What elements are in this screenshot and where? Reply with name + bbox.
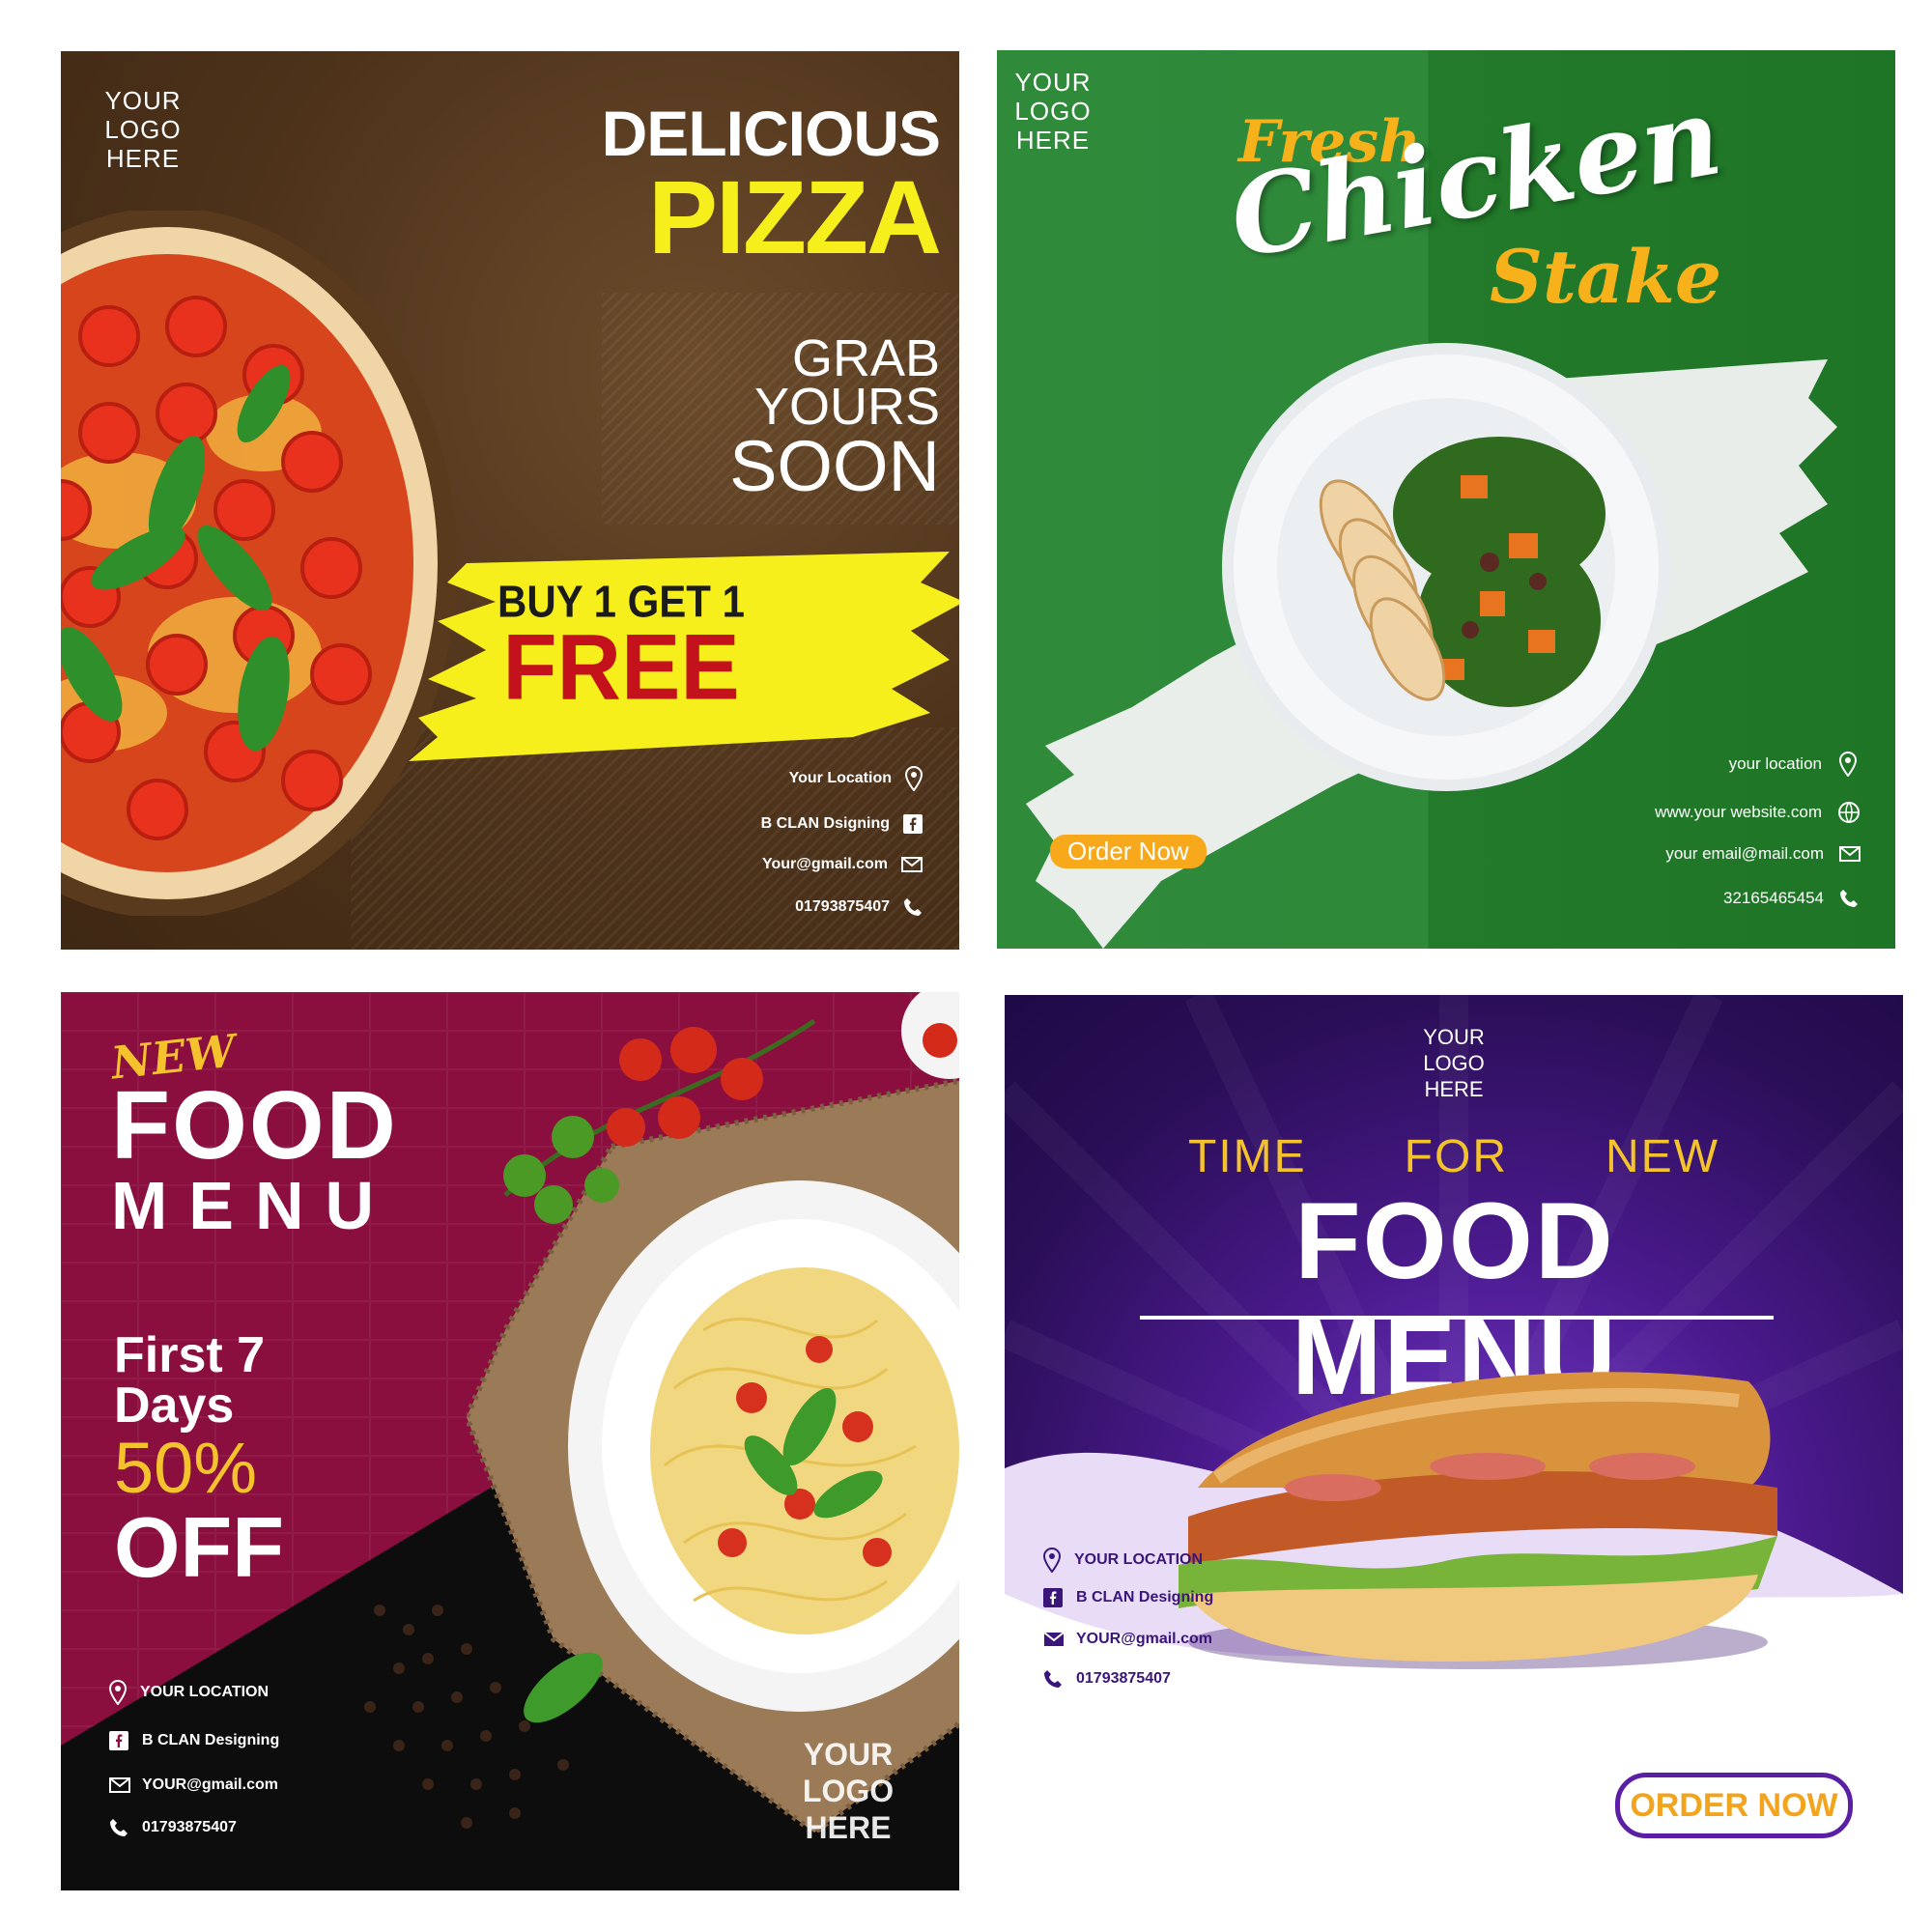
logo-line: LOGO bbox=[1423, 1051, 1485, 1075]
tagline: GRAB YOURS SOON bbox=[602, 329, 940, 506]
offer-block: First 7 Days 50% OFF bbox=[114, 1327, 284, 1595]
contact-phone: 01793875407 bbox=[1043, 1669, 1171, 1689]
contact-location: Your Location bbox=[789, 766, 923, 791]
logo-line: YOUR bbox=[104, 86, 182, 115]
mail-icon bbox=[901, 857, 923, 872]
contact-text: YOUR LOCATION bbox=[140, 1684, 270, 1700]
chicken-plate-image bbox=[1222, 343, 1670, 791]
offer-free: FREE bbox=[502, 615, 740, 720]
contact-facebook: B CLAN Designing bbox=[109, 1731, 279, 1750]
cherry-tomatoes-image bbox=[503, 992, 959, 1224]
mail-icon bbox=[1043, 1632, 1065, 1647]
pizza-title: DELICIOUS PIZZA bbox=[515, 98, 942, 275]
subtitle-word: NEW bbox=[1605, 1131, 1719, 1182]
facebook-icon bbox=[903, 814, 923, 834]
contact-text: B CLAN Designing bbox=[1076, 1589, 1214, 1605]
contact-text: 01793875407 bbox=[795, 898, 890, 915]
logo-placeholder: YOUR LOGO HERE bbox=[1391, 1024, 1517, 1102]
contact-text: Your@gmail.com bbox=[762, 856, 888, 872]
logo-line: LOGO bbox=[104, 115, 182, 144]
logo-line: HERE bbox=[105, 144, 181, 173]
contact-website: www.your website.com bbox=[1655, 801, 1861, 824]
contact-text: B CLAN Designing bbox=[142, 1732, 280, 1748]
sandwich-ad-panel: YOUR LOGO HERE TIME FOR NEW FOOD MENU YO… bbox=[1005, 995, 1903, 1893]
logo-line: YOUR bbox=[803, 1737, 894, 1772]
order-now-button[interactable]: ORDER NOW bbox=[1615, 1773, 1853, 1838]
title-delicious: DELICIOUS bbox=[601, 98, 941, 169]
globe-icon bbox=[1837, 801, 1861, 824]
contact-text: www.your website.com bbox=[1655, 803, 1822, 821]
contact-phone: 32165465454 bbox=[1723, 889, 1859, 908]
contact-text: 01793875407 bbox=[142, 1819, 237, 1835]
logo-placeholder: YOUR LOGO HERE bbox=[781, 1736, 916, 1846]
location-pin-icon bbox=[1839, 752, 1857, 777]
offer-days: Days bbox=[114, 1378, 235, 1434]
logo-line: YOUR bbox=[1423, 1025, 1485, 1049]
logo-line: HERE bbox=[1015, 126, 1091, 155]
contact-location: YOUR LOCATION bbox=[109, 1680, 269, 1705]
tagline-line: GRAB bbox=[791, 329, 940, 387]
mail-icon bbox=[1839, 846, 1861, 862]
logo-line: HERE bbox=[805, 1810, 892, 1845]
pizza-ad-panel: YOUR LOGO HERE DELICIOUS PIZZA GRAB YOUR… bbox=[61, 51, 959, 950]
contact-text: 32165465454 bbox=[1722, 889, 1824, 907]
offer-first-seven: First 7 bbox=[114, 1327, 266, 1383]
contact-text: Your Location bbox=[788, 770, 892, 786]
facebook-icon bbox=[109, 1731, 128, 1750]
contact-text: YOUR@gmail.com bbox=[1076, 1631, 1212, 1647]
title-stake: Stake bbox=[1490, 234, 1722, 320]
sandwich-image bbox=[1179, 1372, 1777, 1669]
logo-line: LOGO bbox=[802, 1774, 895, 1808]
title-underline bbox=[1140, 1316, 1774, 1320]
offer-off: OFF bbox=[114, 1499, 284, 1595]
contact-phone: 01793875407 bbox=[795, 897, 923, 917]
subtitle-time-for-new: TIME FOR NEW bbox=[1188, 1130, 1719, 1183]
peppercorns-image bbox=[364, 1605, 603, 1829]
logo-line: LOGO bbox=[1014, 97, 1092, 126]
facebook-icon bbox=[1043, 1588, 1063, 1607]
pasta-ad-panel: NEW FOOD MENU First 7 Days 50% OFF YOUR … bbox=[61, 992, 959, 1890]
logo-line: HERE bbox=[1424, 1077, 1484, 1101]
title-pizza: PIZZA bbox=[648, 158, 942, 275]
contact-text: 01793875407 bbox=[1076, 1670, 1171, 1687]
location-pin-icon bbox=[905, 766, 923, 791]
contact-location: your location bbox=[1729, 752, 1857, 777]
contact-location: YOUR LOCATION bbox=[1043, 1548, 1203, 1573]
contact-facebook: B CLAN Dsigning bbox=[761, 814, 923, 834]
tagline-line: YOURS bbox=[753, 378, 940, 436]
mail-icon bbox=[109, 1777, 130, 1793]
chicken-ad-panel: YOUR LOGO HERE Fresh Chicken Stake Order… bbox=[997, 50, 1895, 949]
contact-facebook: B CLAN Designing bbox=[1043, 1588, 1213, 1607]
contact-email: Your@gmail.com bbox=[762, 856, 923, 873]
phone-icon bbox=[903, 897, 923, 917]
contact-text: B CLAN Dsigning bbox=[760, 815, 890, 832]
offer-text: BUY 1 GET 1 FREE bbox=[476, 578, 766, 720]
contact-email: YOUR@gmail.com bbox=[1043, 1631, 1212, 1648]
title-menu: MENU bbox=[111, 1168, 396, 1243]
logo-placeholder: YOUR LOGO HERE bbox=[1014, 68, 1092, 155]
contact-email: YOUR@gmail.com bbox=[109, 1776, 278, 1794]
contact-text: YOUR@gmail.com bbox=[142, 1776, 278, 1793]
subtitle-word: FOR bbox=[1404, 1131, 1508, 1182]
logo-line: YOUR bbox=[1014, 68, 1092, 97]
title-food: FOOD bbox=[111, 1071, 398, 1179]
contact-text: YOUR LOCATION bbox=[1074, 1551, 1204, 1568]
contact-text: your email@mail.com bbox=[1665, 844, 1824, 863]
phone-icon bbox=[1839, 889, 1859, 908]
contact-text: your location bbox=[1728, 754, 1822, 773]
order-now-button[interactable]: Order Now bbox=[1050, 835, 1207, 868]
phone-icon bbox=[1043, 1669, 1063, 1689]
contact-phone: 01793875407 bbox=[109, 1818, 237, 1837]
subtitle-word: TIME bbox=[1188, 1131, 1307, 1182]
offer-percent: 50% bbox=[114, 1428, 258, 1508]
location-pin-icon bbox=[1043, 1548, 1061, 1573]
location-pin-icon bbox=[109, 1680, 127, 1705]
phone-icon bbox=[109, 1818, 128, 1837]
contact-email: your email@mail.com bbox=[1665, 844, 1861, 864]
tagline-line: SOON bbox=[729, 426, 940, 506]
logo-placeholder: YOUR LOGO HERE bbox=[95, 86, 191, 173]
